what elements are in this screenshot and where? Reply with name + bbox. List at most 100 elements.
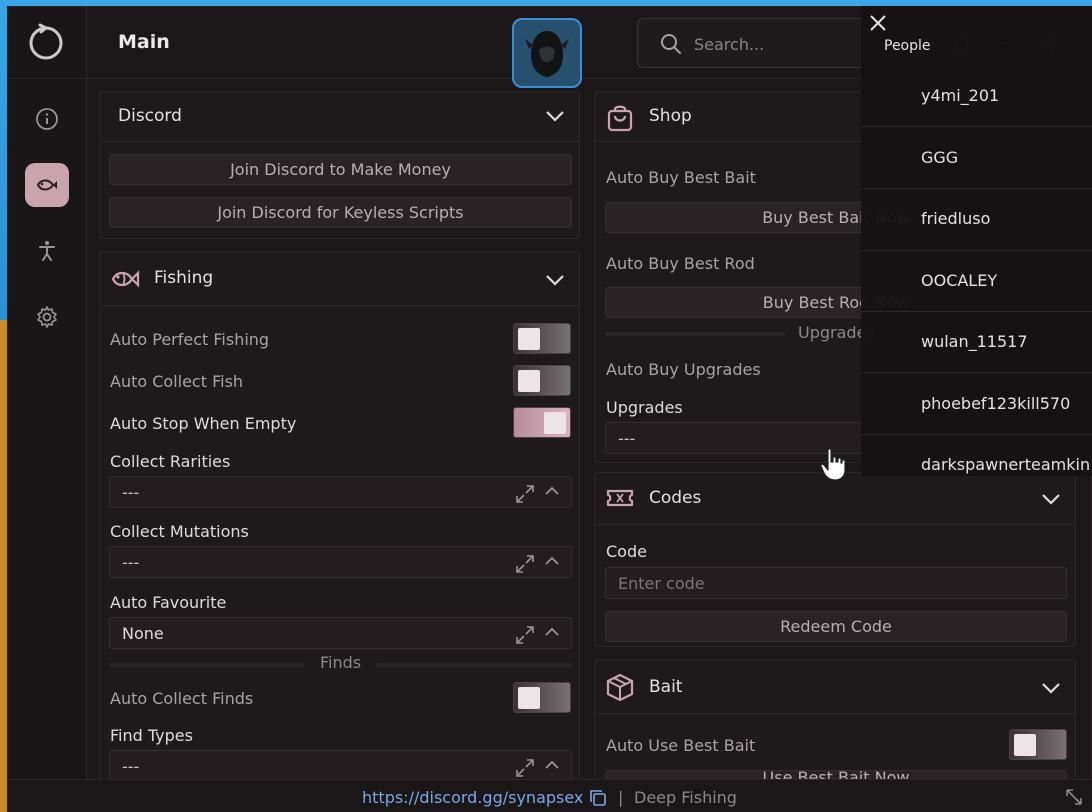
auto-buy-best-bait-label: Auto Buy Best Bait <box>606 168 756 187</box>
player-name[interactable]: OOCALEY <box>921 271 997 290</box>
auto-favourite-value: None <box>122 624 164 643</box>
find-types-label: Find Types <box>110 726 193 745</box>
auto-buy-best-rod-label: Auto Buy Best Rod <box>606 254 755 273</box>
expand-icon[interactable] <box>515 554 535 574</box>
finds-divider-right <box>376 663 572 667</box>
discord-link[interactable]: https://discord.gg/synapsex <box>362 788 583 807</box>
row-divider <box>861 311 1092 312</box>
info-icon <box>36 108 58 130</box>
player-name[interactable]: GGG <box>921 148 958 167</box>
chevron-down-icon[interactable] <box>1042 682 1060 694</box>
codes-panel: Codes Code Redeem Code <box>594 472 1076 647</box>
sidebar-item-info[interactable] <box>25 97 69 141</box>
game-name: Deep Fishing <box>634 788 737 807</box>
shop-panel-title: Shop <box>649 106 692 126</box>
join-discord-keyless-button[interactable]: Join Discord for Keyless Scripts <box>109 197 572 228</box>
player-name[interactable]: wulan_11517 <box>921 332 1028 351</box>
people-panel: People y4mi_201 GGG friedluso OOCALEY wu… <box>861 6 1092 476</box>
auto-collect-finds-label: Auto Collect Finds <box>110 689 254 708</box>
sidebar-item-fishing[interactable] <box>25 163 69 207</box>
code-field[interactable] <box>605 567 1067 599</box>
auto-perfect-fishing-label: Auto Perfect Fishing <box>110 330 270 349</box>
shopping-bag-icon <box>607 105 633 132</box>
auto-favourite-dropdown[interactable]: None <box>109 617 572 649</box>
collect-rarities-value: --- <box>122 483 140 502</box>
footer-separator: | <box>618 788 624 807</box>
chevron-up-icon[interactable] <box>545 627 559 637</box>
fishing-panel: Fishing Auto Perfect Fishing Auto Collec… <box>99 251 580 791</box>
sidebar-item-player[interactable] <box>25 229 69 273</box>
auto-perfect-fishing-toggle[interactable] <box>513 323 571 354</box>
sidebar <box>8 7 87 779</box>
finds-divider-left <box>109 663 305 667</box>
player-name[interactable]: darkspawnerteamkin <box>921 455 1092 474</box>
auto-collect-fish-toggle[interactable] <box>513 365 571 396</box>
gear-icon <box>37 306 57 328</box>
chevron-down-icon[interactable] <box>546 274 564 286</box>
discord-panel-title: Discord <box>118 106 182 126</box>
bait-panel-header[interactable]: Bait <box>595 660 1075 714</box>
collect-mutations-value: --- <box>122 553 140 572</box>
upgrades-divider-left <box>605 332 785 336</box>
fish-icon <box>36 179 57 191</box>
player-name[interactable]: y4mi_201 <box>921 86 999 105</box>
auto-favourite-label: Auto Favourite <box>110 593 227 612</box>
chevron-up-icon[interactable] <box>545 760 559 770</box>
hand-cursor-icon <box>820 448 846 481</box>
auto-use-best-bait-label: Auto Use Best Bait <box>606 736 756 755</box>
row-divider <box>861 434 1092 435</box>
expand-icon[interactable] <box>515 758 535 778</box>
footer: https://discord.gg/synapsex | Deep Fishi… <box>8 779 1092 812</box>
resize-icon[interactable] <box>1065 788 1083 806</box>
finds-divider-label: Finds <box>320 653 362 672</box>
row-divider <box>861 250 1092 251</box>
collect-mutations-dropdown[interactable]: --- <box>109 546 572 578</box>
fishing-panel-header[interactable]: Fishing <box>100 252 579 306</box>
row-divider <box>861 372 1092 373</box>
hooded-figure-icon <box>525 31 569 77</box>
avatar[interactable] <box>512 18 582 88</box>
redeem-code-button[interactable]: Redeem Code <box>605 611 1067 642</box>
discord-panel-header[interactable]: Discord <box>100 92 579 142</box>
expand-icon[interactable] <box>515 484 535 504</box>
search-box[interactable] <box>637 18 877 68</box>
search-input[interactable] <box>694 31 864 57</box>
person-icon <box>39 241 55 261</box>
find-types-dropdown[interactable]: --- <box>109 750 572 782</box>
fish-icon <box>111 270 140 288</box>
copy-icon[interactable] <box>589 789 607 807</box>
player-name[interactable]: phoebef123kill570 <box>921 394 1070 413</box>
collect-mutations-label: Collect Mutations <box>110 522 249 541</box>
auto-collect-finds-toggle[interactable] <box>513 682 571 713</box>
codes-panel-title: Codes <box>649 488 702 508</box>
close-icon[interactable] <box>869 14 887 32</box>
row-divider <box>861 126 1092 127</box>
auto-stop-when-empty-toggle[interactable] <box>513 407 571 438</box>
auto-stop-when-empty-label: Auto Stop When Empty <box>110 414 297 433</box>
collect-rarities-label: Collect Rarities <box>110 452 231 471</box>
box-icon <box>606 673 634 702</box>
ticket-icon <box>606 489 634 507</box>
people-title: People <box>884 38 931 54</box>
code-label: Code <box>606 542 647 561</box>
bait-panel: Bait Auto Use Best Bait Use Best Bait No… <box>594 659 1076 780</box>
page-title: Main <box>118 31 170 53</box>
auto-buy-upgrades-label: Auto Buy Upgrades <box>606 360 761 379</box>
find-types-value: --- <box>122 757 140 776</box>
search-icon <box>661 34 681 54</box>
sidebar-item-settings[interactable] <box>25 295 69 339</box>
auto-use-best-bait-toggle[interactable] <box>1009 729 1067 760</box>
collect-rarities-dropdown[interactable]: --- <box>109 476 572 508</box>
code-input[interactable] <box>606 568 1066 598</box>
chevron-down-icon[interactable] <box>546 110 564 122</box>
row-divider <box>861 188 1092 189</box>
chevron-up-icon[interactable] <box>545 486 559 496</box>
expand-icon[interactable] <box>515 625 535 645</box>
player-name[interactable]: friedluso <box>921 209 990 228</box>
upgrades-label: Upgrades <box>606 398 683 417</box>
fishing-panel-title: Fishing <box>154 268 214 288</box>
chevron-up-icon[interactable] <box>545 556 559 566</box>
chevron-down-icon[interactable] <box>1042 493 1060 505</box>
upgrades-value: --- <box>618 429 636 448</box>
join-discord-money-button[interactable]: Join Discord to Make Money <box>109 154 572 185</box>
